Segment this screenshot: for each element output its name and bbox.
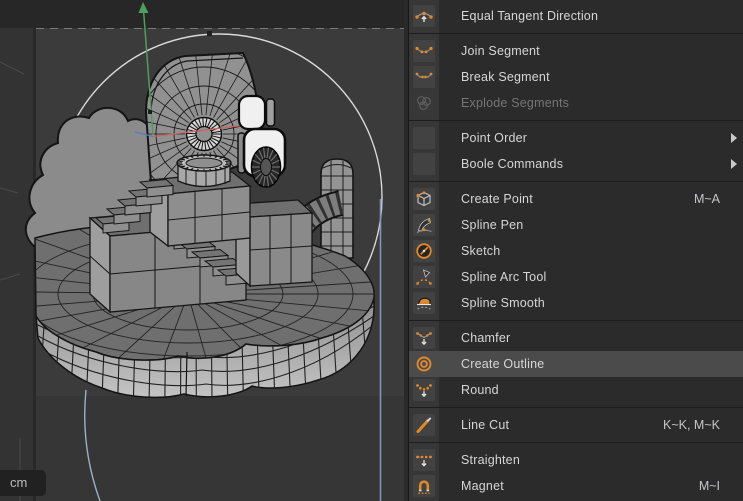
menu-item-chamfer[interactable]: Chamfer — [409, 325, 743, 351]
menu-separator — [409, 29, 743, 38]
create-point-icon — [413, 188, 435, 210]
axis-point — [148, 110, 152, 114]
menu-item-label: Break Segment — [461, 70, 550, 84]
join-segment-icon — [413, 40, 435, 62]
spline-pen-icon — [413, 214, 435, 236]
menu-item-label: Join Segment — [461, 44, 540, 58]
coil-torus[interactable] — [187, 118, 222, 151]
chamfer-icon — [413, 327, 435, 349]
spline-smooth-icon — [413, 292, 435, 314]
create-outline-icon — [413, 353, 435, 375]
menu-item-spline-smooth[interactable]: Spline Smooth — [409, 290, 743, 316]
menu-item-label: Boole Commands — [461, 157, 563, 171]
side-viewport-panel[interactable] — [0, 28, 33, 501]
menu-item-label: Round — [461, 383, 499, 397]
menu-item-label: Point Order — [461, 131, 527, 145]
cinema4d-window: cm Equal Tangent Direction Join Segment Br… — [0, 0, 743, 501]
menu-separator — [409, 438, 743, 447]
menu-item-boole-commands[interactable]: Boole Commands — [409, 151, 743, 177]
equal-tangent-direction-icon — [413, 5, 435, 27]
menu-item-create-point[interactable]: Create Point M~A — [409, 186, 743, 212]
tire-torus[interactable] — [252, 147, 281, 187]
menu-separator — [409, 177, 743, 186]
menu-item-sketch[interactable]: Sketch — [409, 238, 743, 264]
menu-item-shortcut: M~A — [694, 192, 743, 206]
menu-item-label: Magnet — [461, 479, 504, 493]
menu-item-label: Equal Tangent Direction — [461, 9, 598, 23]
ground-shade — [0, 396, 404, 501]
submenu-arrow-icon — [731, 159, 737, 169]
magnet-icon — [413, 475, 435, 497]
menu-item-point-order[interactable]: Point Order — [409, 125, 743, 151]
menu-item-label: Spline Arc Tool — [461, 270, 546, 284]
straighten-icon — [413, 449, 435, 471]
menu-item-label: Line Cut — [461, 418, 509, 432]
menu-item-create-outline[interactable]: Create Outline — [409, 351, 743, 377]
menu-item-label: Explode Segments — [461, 96, 569, 110]
spline-arc-tool-icon — [413, 266, 435, 288]
menu-item-explode-segments[interactable]: Explode Segments — [409, 90, 743, 116]
menu-item-line-cut[interactable]: Line Cut K~K, M~K — [409, 412, 743, 438]
menu-item-label: Straighten — [461, 453, 520, 467]
menu-item-label: Create Point — [461, 192, 533, 206]
menu-item-straighten[interactable]: Straighten — [409, 447, 743, 473]
round-icon — [413, 379, 435, 401]
menu-item-label: Create Outline — [461, 357, 544, 371]
sketch-icon — [413, 240, 435, 262]
menu-item-label: Spline Pen — [461, 218, 523, 232]
menu-item-shortcut: K~K, M~K — [663, 418, 743, 432]
menu-item-magnet[interactable]: Magnet M~I — [409, 473, 743, 499]
menu-item-label: Spline Smooth — [461, 296, 545, 310]
spline-vertex-point[interactable] — [207, 31, 212, 36]
empty-icon-cell — [413, 153, 435, 175]
menu-item-spline-arc-tool[interactable]: Spline Arc Tool — [409, 264, 743, 290]
menu-item-equal-tangent-direction[interactable]: Equal Tangent Direction — [409, 3, 743, 29]
submenu-arrow-icon — [731, 133, 737, 143]
menu-item-spline-pen[interactable]: Spline Pen — [409, 212, 743, 238]
menu-separator — [409, 403, 743, 412]
menu-item-shortcut: M~I — [699, 479, 743, 493]
empty-icon-cell — [413, 127, 435, 149]
menu-item-join-segment[interactable]: Join Segment — [409, 38, 743, 64]
menu-separator — [409, 316, 743, 325]
menu-item-round[interactable]: Round — [409, 377, 743, 403]
viewport-top-strip — [0, 0, 404, 28]
menu-item-label: Chamfer — [461, 331, 510, 345]
explode-segments-icon — [413, 92, 435, 114]
menu-item-label: Sketch — [461, 244, 500, 258]
viewport-3d[interactable]: cm — [0, 0, 404, 501]
menu-item-break-segment[interactable]: Break Segment — [409, 64, 743, 90]
menu-separator — [409, 116, 743, 125]
context-menu: Equal Tangent Direction Join Segment Break… — [408, 0, 743, 501]
unit-label: cm — [0, 470, 46, 496]
pedestal-cylinder[interactable] — [177, 155, 231, 187]
line-cut-icon — [413, 414, 435, 436]
viewport-canvas[interactable] — [0, 0, 404, 501]
break-segment-icon — [413, 66, 435, 88]
